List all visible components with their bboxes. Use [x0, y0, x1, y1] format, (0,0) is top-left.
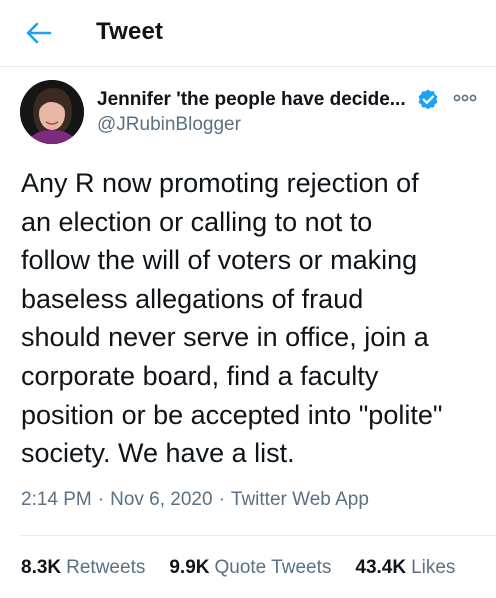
likes-count: 43.4K [355, 557, 407, 578]
header-divider [0, 66, 496, 67]
tweet-metadata: 2:14 PM · Nov 6, 2020 · Twitter Web App [21, 489, 369, 511]
author-name[interactable]: Jennifer 'the people have decide... [97, 89, 406, 111]
tweet-text-line: should never serve in office, join a [21, 322, 429, 353]
avatar-image [20, 80, 84, 144]
stats-divider [20, 535, 496, 536]
retweets-stat[interactable]: 8.3K Retweets [21, 557, 145, 579]
quote-tweets-stat[interactable]: 9.9K Quote Tweets [169, 557, 331, 579]
author-name-row: Jennifer 'the people have decide... [97, 86, 440, 114]
tweet-text-line: society. We have a list. [21, 438, 295, 469]
tweet-text-line: Any R now promoting rejection of [21, 168, 419, 198]
top-bar: Tweet [0, 0, 496, 66]
tweet-time-link[interactable]: 2:14 PM · Nov 6, 2020 [21, 489, 213, 510]
tweet-text: Any R now promoting rejection of an elec… [21, 164, 481, 473]
author-handle[interactable]: @JRubinBlogger [97, 114, 241, 136]
engagement-stats: 8.3K Retweets 9.9K Quote Tweets 43.4K Likes [21, 557, 479, 579]
verified-badge-icon [418, 89, 438, 110]
avatar[interactable] [20, 80, 84, 144]
arrow-left-icon [26, 22, 52, 44]
tweet-text-line: baseless allegations of fraud [21, 283, 364, 314]
tweet-text-line: follow the will of voters or making [21, 245, 418, 276]
tweet-date: Nov 6, 2020 [110, 489, 213, 510]
retweets-label: Retweets [66, 557, 146, 578]
likes-stat[interactable]: 43.4K Likes [355, 557, 455, 579]
separator-dot: · [218, 489, 225, 510]
tweet-source-link[interactable]: Twitter Web App [231, 489, 369, 510]
tweet-time: 2:14 PM [21, 489, 92, 510]
tweet-text-line: position or be accepted into "polite" [21, 399, 443, 430]
tweet-text-line: corporate board, find a faculty [21, 360, 379, 391]
page-title: Tweet [96, 18, 164, 45]
more-options-button[interactable] [450, 88, 480, 108]
quote-tweets-label: Quote Tweets [214, 557, 332, 578]
quote-tweets-count: 9.9K [169, 557, 210, 578]
more-options-icon [453, 94, 477, 102]
retweets-count: 8.3K [21, 557, 62, 578]
separator-dot: · [97, 489, 105, 510]
tweet-text-line: an election or calling to not to [21, 206, 373, 237]
back-button[interactable] [22, 16, 56, 50]
likes-label: Likes [411, 557, 456, 578]
